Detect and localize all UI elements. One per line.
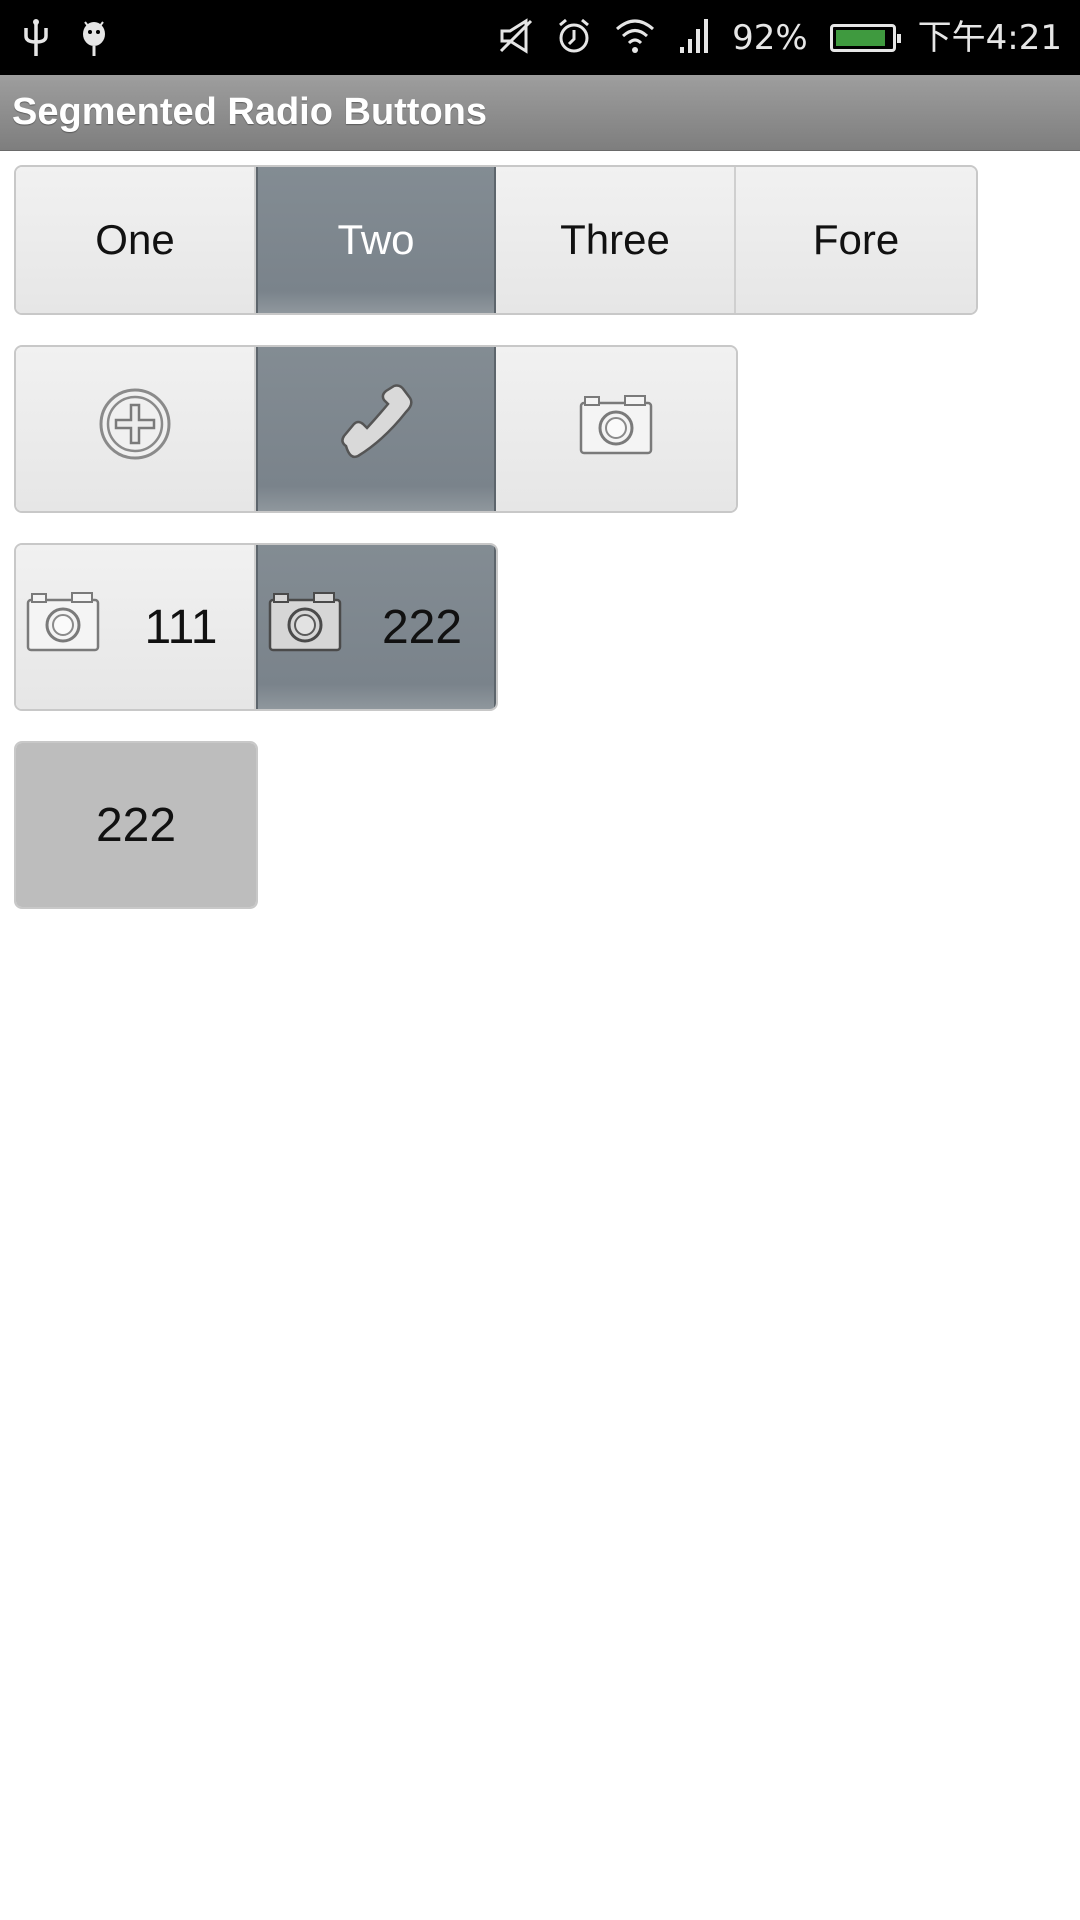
segmented-group-icons: [14, 345, 738, 513]
battery-fill: [835, 30, 886, 46]
segment-two[interactable]: Two: [256, 167, 496, 313]
usb-icon: [22, 18, 50, 62]
segment-label: Two: [337, 216, 415, 263]
segment-label: 222: [95, 798, 177, 852]
segment-fore[interactable]: Fore: [736, 167, 976, 313]
title-bar: Segmented Radio Buttons: [0, 75, 1080, 151]
segment-one[interactable]: One: [16, 167, 256, 313]
segmented-group-icon-text: 111 222: [14, 543, 498, 711]
signal-icon: [678, 17, 710, 59]
segment-add[interactable]: [16, 347, 256, 511]
clock: 下午4:21: [917, 18, 1062, 58]
segmented-group-text: One Two Three Fore: [14, 165, 978, 315]
wifi-icon: [614, 17, 656, 59]
segment-camera[interactable]: [496, 347, 736, 511]
android-debug-icon: [78, 18, 110, 62]
segment-label: 222: [381, 600, 463, 654]
segment-phone[interactable]: [256, 347, 496, 511]
segment-label: 111: [144, 600, 218, 654]
battery-icon: [829, 24, 901, 52]
battery-percent: 92%: [732, 18, 808, 58]
alarm-icon: [556, 17, 592, 59]
segment-label: Fore: [812, 216, 900, 263]
segmented-group-single: 222: [14, 741, 258, 909]
segment-222[interactable]: 222: [256, 545, 496, 709]
camera-icon: [579, 393, 653, 465]
segment-111[interactable]: 111: [16, 545, 256, 709]
segment-label: One: [95, 216, 175, 263]
segment-222-single[interactable]: 222: [16, 743, 256, 907]
camera-icon: [26, 590, 100, 664]
phone-icon: [336, 384, 416, 474]
mute-icon: [498, 17, 534, 59]
add-icon: [98, 387, 172, 471]
camera-icon: [268, 590, 342, 664]
page-title: Segmented Radio Buttons: [12, 91, 488, 133]
segment-three[interactable]: Three: [496, 167, 736, 313]
segment-label: Three: [560, 216, 670, 263]
status-bar: 92% 下午4:21: [0, 0, 1080, 75]
